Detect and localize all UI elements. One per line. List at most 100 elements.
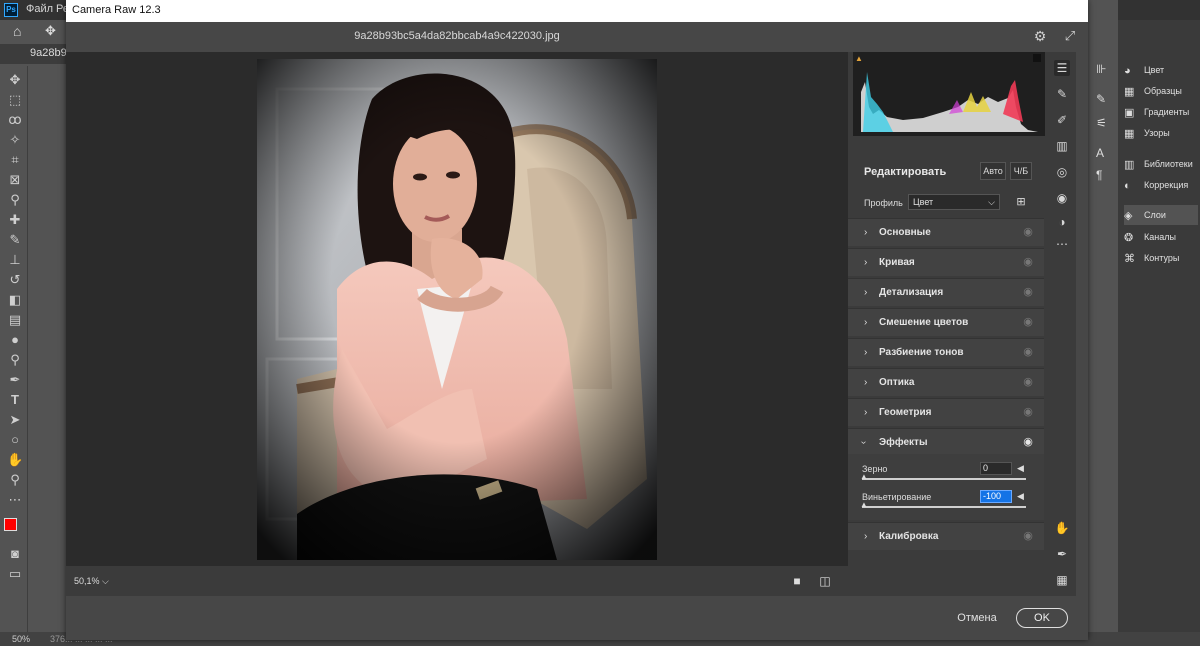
vignette-slider-thumb[interactable]: ▲: [860, 501, 868, 509]
section-split-toning[interactable]: › Разбиение тонов ◉: [848, 338, 1044, 366]
before-after-icon[interactable]: ■: [790, 574, 804, 588]
section-geometry[interactable]: › Геометрия ◉: [848, 398, 1044, 426]
grid-icon[interactable]: ▦: [1054, 572, 1070, 588]
camera-raw-dialog: Camera Raw 12.3 9a28b93bc5a4da82bbcab4a9…: [66, 0, 1088, 640]
panel-adjustments[interactable]: ◐ Коррекция: [1124, 175, 1198, 195]
section-effects[interactable]: › Эффекты ◉: [848, 428, 1044, 456]
radial-filter-icon[interactable]: ◎: [1054, 164, 1070, 180]
brush-settings-icon[interactable]: ✎: [1096, 92, 1106, 106]
gradient-tool-icon[interactable]: ▤: [7, 312, 23, 328]
reset-arrow-icon[interactable]: ◀: [1017, 463, 1024, 474]
eraser-tool-icon[interactable]: ◧: [7, 292, 23, 308]
ellipse-tool-icon[interactable]: ○: [7, 432, 23, 448]
pen-tool-icon[interactable]: ✒: [7, 372, 23, 388]
panel-layers[interactable]: ◈ Слои: [1124, 205, 1198, 225]
gradients-icon: ▣: [1124, 107, 1135, 119]
paragraph-icon[interactable]: ¶: [1096, 168, 1102, 182]
image-canvas[interactable]: [66, 52, 848, 566]
foreground-color-swatch[interactable]: [4, 518, 17, 531]
panel-channels[interactable]: ❂ Каналы: [1124, 227, 1198, 247]
eye-icon[interactable]: ◉: [1022, 226, 1034, 238]
more-tools-icon[interactable]: ⋯: [7, 492, 23, 508]
panel-paths[interactable]: ⌘ Контуры: [1124, 248, 1198, 268]
gear-icon[interactable]: ⚙: [1032, 28, 1048, 44]
profile-browser-icon[interactable]: ⊞: [1014, 195, 1028, 209]
zoom-tool-icon[interactable]: ⚲: [7, 472, 23, 488]
auto-button[interactable]: Авто: [980, 162, 1006, 180]
edit-sliders-icon[interactable]: ☰: [1054, 60, 1070, 76]
eye-icon[interactable]: ◉: [1022, 406, 1034, 418]
crop-tool-icon[interactable]: ⌗: [7, 152, 23, 168]
move-tool-icon[interactable]: ✥: [7, 72, 23, 88]
eye-icon[interactable]: ◉: [1022, 286, 1034, 298]
healing-brush-icon[interactable]: ✚: [7, 212, 23, 228]
zoom-level-dropdown[interactable]: 50,1% ⌵: [74, 576, 109, 587]
panel-gradients[interactable]: ▣ Градиенты: [1124, 102, 1198, 122]
histogram-graph: [861, 72, 1038, 132]
graduated-filter-icon[interactable]: ▥: [1054, 138, 1070, 154]
dodge-tool-icon[interactable]: ⚲: [7, 352, 23, 368]
lasso-tool-icon[interactable]: ꝏ: [7, 112, 23, 128]
status-zoom[interactable]: 50%: [12, 634, 30, 644]
photo-preview[interactable]: [257, 59, 657, 560]
document-tab[interactable]: 9a28b93bc5a4: [0, 44, 66, 64]
profile-select[interactable]: Цвет ⌵: [908, 194, 1000, 210]
section-optics[interactable]: › Оптика ◉: [848, 368, 1044, 396]
hand-tool-icon[interactable]: ✋: [7, 452, 23, 468]
path-selection-icon[interactable]: ➤: [7, 412, 23, 428]
section-detail[interactable]: › Детализация ◉: [848, 278, 1044, 306]
grain-value-input[interactable]: 0: [980, 462, 1012, 475]
red-eye-icon[interactable]: ◉: [1054, 190, 1070, 206]
eye-icon[interactable]: ◉: [1022, 376, 1034, 388]
more-options-icon[interactable]: ⋯: [1054, 236, 1070, 252]
blur-tool-icon[interactable]: ●: [7, 332, 23, 348]
photoshop-logo-icon[interactable]: Ps: [4, 3, 18, 17]
menu-file[interactable]: Файл: [26, 3, 53, 15]
eye-icon[interactable]: ◉: [1022, 316, 1034, 328]
dialog-titlebar: Camera Raw 12.3: [66, 0, 1088, 22]
reset-arrow-icon[interactable]: ◀: [1017, 491, 1024, 502]
eyedropper-icon[interactable]: ⚲: [7, 192, 23, 208]
presets-icon[interactable]: ◑: [1054, 214, 1070, 230]
marquee-tool-icon[interactable]: ⬚: [7, 92, 23, 108]
bw-button[interactable]: Ч/Б: [1010, 162, 1032, 180]
brush-tool-icon[interactable]: ✎: [7, 232, 23, 248]
hand-icon[interactable]: ✋: [1054, 520, 1070, 536]
ok-button[interactable]: OK: [1016, 608, 1068, 628]
magic-wand-icon[interactable]: ✧: [7, 132, 23, 148]
compare-view-icon[interactable]: ◫: [818, 574, 832, 588]
section-color-mixer[interactable]: › Смешение цветов ◉: [848, 308, 1044, 336]
frame-tool-icon[interactable]: ⊠: [7, 172, 23, 188]
color-sampler-icon[interactable]: ✒: [1054, 546, 1070, 562]
home-icon[interactable]: ⌂: [13, 23, 21, 39]
type-tool-icon[interactable]: T: [7, 392, 23, 408]
section-calibration[interactable]: › Калибровка ◉: [848, 522, 1044, 550]
eye-icon[interactable]: ◉: [1022, 346, 1034, 358]
grain-slider[interactable]: [862, 478, 1026, 480]
character-icon[interactable]: A: [1096, 146, 1104, 160]
spot-removal-icon[interactable]: ✎: [1054, 86, 1070, 102]
fullscreen-icon[interactable]: ⤢: [1062, 28, 1078, 44]
section-basic[interactable]: › Основные ◉: [848, 218, 1044, 246]
vignette-value-input[interactable]: -100: [980, 490, 1012, 503]
section-curve[interactable]: › Кривая ◉: [848, 248, 1044, 276]
edit-header: Редактировать Авто Ч/Б: [848, 156, 1046, 186]
history-panel-icon[interactable]: ⊪: [1096, 62, 1106, 76]
stamp-tool-icon[interactable]: ⊥: [7, 252, 23, 268]
eye-icon[interactable]: ◉: [1022, 436, 1034, 448]
panel-color[interactable]: ◕ Цвет: [1124, 60, 1198, 80]
move-tool-option-icon[interactable]: ✥: [45, 23, 56, 39]
cancel-button[interactable]: Отмена: [952, 608, 1002, 628]
screen-mode-icon[interactable]: ▭: [7, 566, 23, 582]
panel-libraries[interactable]: ▥ Библиотеки: [1124, 154, 1198, 174]
panel-swatches[interactable]: ▦ Образцы: [1124, 81, 1198, 101]
vignette-slider[interactable]: [862, 506, 1026, 508]
history-brush-icon[interactable]: ↺: [7, 272, 23, 288]
grain-slider-thumb[interactable]: ▲: [860, 473, 868, 481]
eye-icon[interactable]: ◉: [1022, 256, 1034, 268]
properties-icon[interactable]: ⚟: [1096, 116, 1107, 130]
quick-mask-icon[interactable]: ◙: [7, 546, 23, 562]
eye-icon[interactable]: ◉: [1022, 530, 1034, 542]
adjustment-brush-icon[interactable]: ✐: [1054, 112, 1070, 128]
panel-patterns[interactable]: ▦ Узоры: [1124, 123, 1198, 143]
